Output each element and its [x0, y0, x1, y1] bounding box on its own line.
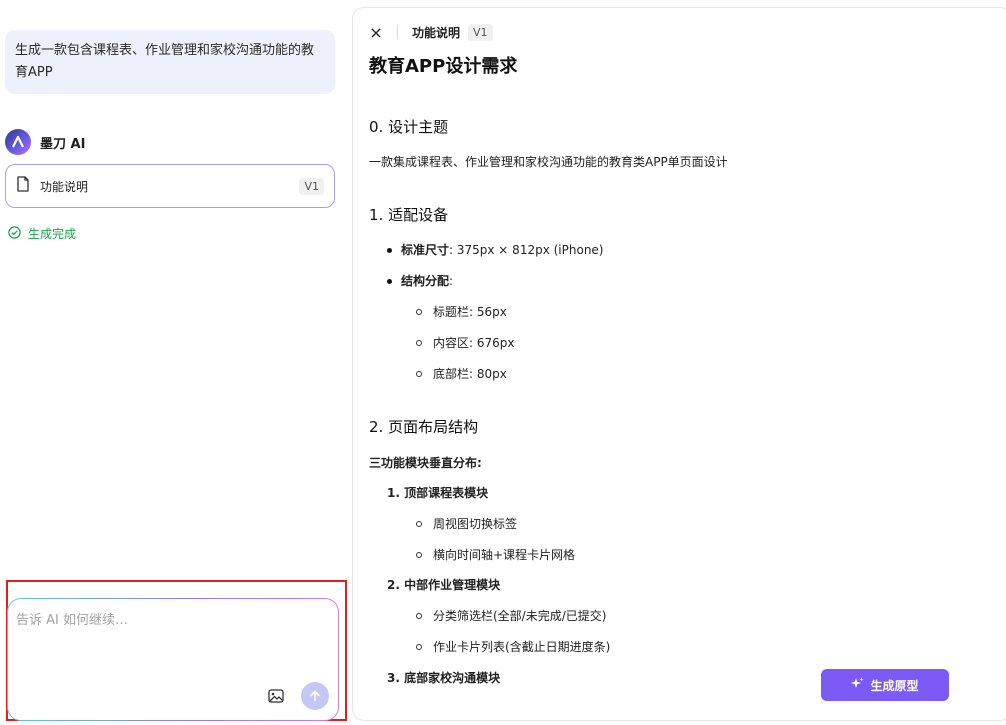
bullet-ring: [416, 644, 422, 650]
ai-name: 墨刀 AI: [40, 136, 86, 152]
section-2-heading: 2. 页面布局结构: [369, 418, 479, 436]
document-title: 教育APP设计需求: [369, 56, 518, 77]
ordered-item: 3. 底部家校沟通模块: [387, 671, 501, 685]
bullet-ring: [416, 552, 422, 558]
document-content: 教育APP设计需求 0. 设计主题 一款集成课程表、作业管理和家校沟通功能的教育…: [369, 52, 989, 685]
close-icon: [371, 23, 381, 42]
list-item-label: 标准尺寸: [401, 243, 450, 257]
document-icon: [16, 176, 30, 196]
list-item-label: 结构分配: [401, 274, 450, 288]
list-item: 结构分配:: [401, 272, 453, 290]
status-row: 生成完成: [8, 225, 76, 242]
ai-logo-icon: [5, 129, 31, 155]
send-button[interactable]: [301, 682, 329, 710]
chat-panel: 生成一款包含课程表、作业管理和家校沟通功能的教育APP 墨刀 AI 功能说明 V…: [0, 0, 347, 725]
version-badge: V1: [299, 177, 324, 195]
sub-list-item: 横向时间轴+课程卡片网格: [433, 548, 576, 562]
section-1-heading: 1. 适配设备: [369, 206, 449, 224]
section-0-heading: 0. 设计主题: [369, 118, 449, 136]
bullet-ring: [416, 613, 422, 619]
sub-list-item: 标题栏: 56px: [433, 305, 507, 319]
chat-input-box: [7, 598, 339, 721]
ai-header: 墨刀 AI: [5, 129, 85, 155]
sub-list-item: 周视图切换标签: [433, 517, 518, 531]
list-item-value: :: [449, 274, 454, 288]
user-message: 生成一款包含课程表、作业管理和家校沟通功能的教育APP: [5, 30, 335, 94]
sub-list-item: 底部栏: 80px: [433, 367, 507, 381]
generate-button-label: 生成原型: [870, 678, 919, 693]
close-button[interactable]: [369, 25, 383, 39]
arrow-up-icon: [309, 687, 321, 706]
ordered-item: 2. 中部作业管理模块: [387, 578, 501, 592]
bullet-ring: [416, 309, 422, 315]
image-upload-button[interactable]: [266, 687, 286, 707]
generate-prototype-button[interactable]: 生成原型: [821, 669, 949, 701]
section-0-text: 一款集成课程表、作业管理和家校沟通功能的教育类APP单页面设计: [369, 155, 728, 169]
status-text: 生成完成: [28, 227, 77, 241]
chat-input[interactable]: [16, 609, 326, 669]
bullet-ring: [416, 521, 422, 527]
bullet-dot: [387, 279, 392, 284]
sub-list-item: 作业卡片列表(含截止日期进度条): [433, 640, 611, 654]
image-icon: [268, 688, 284, 707]
document-panel: 功能说明 V1 教育APP设计需求 0. 设计主题 一款集成课程表、作业管理和家…: [352, 7, 1006, 721]
check-circle-icon: [8, 225, 21, 242]
ordered-item: 1. 顶部课程表模块: [387, 486, 489, 500]
panel-title: 功能说明: [412, 25, 461, 40]
sub-list-item: 内容区: 676px: [433, 336, 515, 350]
doc-card-label: 功能说明: [40, 179, 89, 194]
doc-card[interactable]: 功能说明 V1: [5, 164, 335, 208]
sub-list-item: 分类筛选栏(全部/未完成/已提交): [433, 609, 607, 623]
section-2-intro: 三功能模块垂直分布:: [369, 456, 482, 470]
toolbar-divider: [397, 25, 398, 39]
list-item: 标准尺寸: 375px × 812px (iPhone): [401, 241, 604, 259]
panel-toolbar: 功能说明 V1: [369, 22, 493, 42]
bullet-ring: [416, 371, 422, 377]
sparkle-icon: [851, 677, 864, 693]
list-item-value: : 375px × 812px (iPhone): [449, 243, 604, 257]
panel-version-badge: V1: [468, 23, 493, 41]
bullet-dot: [387, 248, 392, 253]
bullet-ring: [416, 340, 422, 346]
